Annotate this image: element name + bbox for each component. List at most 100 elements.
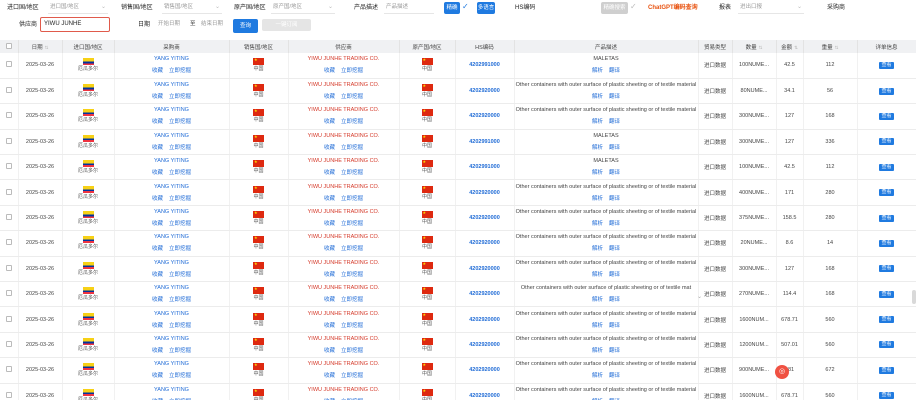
header-weight[interactable]: 重量 ⇅ xyxy=(803,40,858,53)
hs-code-link[interactable]: 4202920000 xyxy=(469,266,500,272)
check-icon[interactable]: ✓ xyxy=(462,0,469,14)
translate-link[interactable]: 翻译 xyxy=(609,119,620,125)
origin-country-select[interactable]: 原产国/地区 ⌄ xyxy=(271,1,335,14)
row-checkbox[interactable] xyxy=(0,53,19,79)
view-detail-button[interactable]: 查看 xyxy=(879,61,894,69)
sales-country-select[interactable]: 销售国/地区 ⌄ xyxy=(162,1,222,14)
hs-code-link[interactable]: 4202991000 xyxy=(469,139,500,145)
supplier-link[interactable]: YIWU JUNHE TRADING CO. xyxy=(308,336,380,342)
mine-link[interactable]: 立即挖掘 xyxy=(341,196,363,202)
supplier-link[interactable]: YIWU JUNHE TRADING CO. xyxy=(308,184,380,190)
parse-link[interactable]: 解析 xyxy=(592,119,603,125)
translate-link[interactable]: 翻译 xyxy=(609,272,620,278)
collect-link[interactable]: 收藏 xyxy=(152,348,163,354)
start-date-input[interactable]: 开始日期 xyxy=(158,18,180,31)
mine-link[interactable]: 立即挖掘 xyxy=(169,145,191,151)
end-date-input[interactable]: 结束日期 xyxy=(201,18,223,31)
hs-code-link[interactable]: 4202920000 xyxy=(469,240,500,246)
collect-link[interactable]: 收藏 xyxy=(152,221,163,227)
collect-link[interactable]: 收藏 xyxy=(324,196,335,202)
buyer-link[interactable]: YANG YITING xyxy=(154,82,189,88)
row-checkbox[interactable] xyxy=(0,256,19,283)
view-detail-button[interactable]: 查看 xyxy=(879,392,894,400)
mine-link[interactable]: 立即挖掘 xyxy=(169,272,191,278)
buyer-link[interactable]: YANG YITING xyxy=(154,133,189,139)
supplier-link[interactable]: YIWU JUNHE TRADING CO. xyxy=(308,209,380,215)
buyer-link[interactable]: YANG YITING xyxy=(154,234,189,240)
translate-link[interactable]: 翻译 xyxy=(609,323,620,329)
view-detail-button[interactable]: 查看 xyxy=(879,316,894,324)
row-checkbox[interactable] xyxy=(0,129,19,156)
table-row[interactable]: 2025-03-26厄瓜多尔YANG YITING收藏立即挖掘中国YIWU JU… xyxy=(0,383,916,400)
collect-link[interactable]: 收藏 xyxy=(324,348,335,354)
mine-link[interactable]: 立即挖掘 xyxy=(169,246,191,252)
mine-link[interactable]: 立即挖掘 xyxy=(169,68,191,74)
supplier-link[interactable]: YIWU JUNHE TRADING CO. xyxy=(308,107,380,113)
mine-link[interactable]: 立即挖掘 xyxy=(341,68,363,74)
mine-link[interactable]: 立即挖掘 xyxy=(341,221,363,227)
row-checkbox[interactable] xyxy=(0,78,19,105)
collect-link[interactable]: 收藏 xyxy=(324,94,335,100)
collect-link[interactable]: 收藏 xyxy=(152,170,163,176)
collect-link[interactable]: 收藏 xyxy=(324,297,335,303)
chevron-down-icon[interactable]: ⌄ xyxy=(697,293,702,300)
collect-link[interactable]: 收藏 xyxy=(152,246,163,252)
mine-link[interactable]: 立即挖掘 xyxy=(169,323,191,329)
collect-link[interactable]: 收藏 xyxy=(152,373,163,379)
hs-code-link[interactable]: 4202920000 xyxy=(469,215,500,221)
parse-link[interactable]: 解析 xyxy=(592,373,603,379)
hs-code-link[interactable]: 4202920000 xyxy=(469,317,500,323)
search-button[interactable]: 查询 xyxy=(233,19,258,33)
translate-link[interactable]: 翻译 xyxy=(609,373,620,379)
parse-link[interactable]: 解析 xyxy=(592,297,603,303)
table-row[interactable]: 2025-03-26厄瓜多尔YANG YITING收藏立即挖掘中国YIWU JU… xyxy=(0,230,916,257)
parse-link[interactable]: 解析 xyxy=(592,221,603,227)
buyer-link[interactable]: YANG YITING xyxy=(154,107,189,113)
buyer-link[interactable]: YANG YITING xyxy=(154,184,189,190)
table-row[interactable]: 2025-03-26厄瓜多尔YANG YITING收藏立即挖掘中国YIWU JU… xyxy=(0,332,916,359)
row-checkbox[interactable] xyxy=(0,383,19,400)
collect-link[interactable]: 收藏 xyxy=(152,119,163,125)
mine-link[interactable]: 立即挖掘 xyxy=(169,297,191,303)
view-detail-button[interactable]: 查看 xyxy=(879,341,894,349)
view-detail-button[interactable]: 查看 xyxy=(879,163,894,171)
row-checkbox[interactable] xyxy=(0,154,19,181)
mine-link[interactable]: 立即挖掘 xyxy=(169,170,191,176)
supplier-link[interactable]: YIWU JUNHE TRADING CO. xyxy=(308,311,380,317)
collect-link[interactable]: 收藏 xyxy=(324,221,335,227)
buyer-link[interactable]: YANG YITING xyxy=(154,260,189,266)
translate-link[interactable]: 翻译 xyxy=(609,68,620,74)
supplier-link[interactable]: YIWU JUNHE TRADING CO. xyxy=(308,361,380,367)
row-checkbox[interactable] xyxy=(0,332,19,359)
mine-link[interactable]: 立即挖掘 xyxy=(341,94,363,100)
collect-link[interactable]: 收藏 xyxy=(152,323,163,329)
parse-link[interactable]: 解析 xyxy=(592,94,603,100)
supplier-link[interactable]: YIWU JUNHE TRADING CO. xyxy=(308,260,380,266)
collect-link[interactable]: 收藏 xyxy=(152,94,163,100)
buyer-link[interactable]: YANG YITING xyxy=(154,336,189,342)
hs-code-link[interactable]: 4202920000 xyxy=(469,393,500,399)
mine-link[interactable]: 立即挖掘 xyxy=(341,272,363,278)
supplier-link[interactable]: YIWU JUNHE TRADING CO. xyxy=(308,133,380,139)
hs-exact-button[interactable]: 精确搜索 xyxy=(601,2,628,14)
collect-link[interactable]: 收藏 xyxy=(152,297,163,303)
supplier-link[interactable]: YIWU JUNHE TRADING CO. xyxy=(308,285,380,291)
collect-link[interactable]: 收藏 xyxy=(324,119,335,125)
buyer-link[interactable]: YANG YITING xyxy=(154,361,189,367)
row-checkbox[interactable] xyxy=(0,179,19,206)
row-checkbox[interactable] xyxy=(0,281,19,308)
mine-link[interactable]: 立即挖掘 xyxy=(169,373,191,379)
view-detail-button[interactable]: 查看 xyxy=(879,214,894,222)
mine-link[interactable]: 立即挖掘 xyxy=(169,221,191,227)
hs-code-link[interactable]: 4202920000 xyxy=(469,342,500,348)
row-checkbox[interactable] xyxy=(0,306,19,333)
parse-link[interactable]: 解析 xyxy=(592,145,603,151)
supplier-link[interactable]: YIWU JUNHE TRADING CO. xyxy=(308,234,380,240)
chatgpt-hs-query-button[interactable]: ChatGPT编码查询 xyxy=(648,0,698,16)
table-row[interactable]: 2025-03-26厄瓜多尔YANG YITING收藏立即挖掘中国YIWU JU… xyxy=(0,53,916,79)
table-row[interactable]: 2025-03-26厄瓜多尔YANG YITING收藏立即挖掘中国YIWU JU… xyxy=(0,154,916,181)
header-amount[interactable]: 金额 ⇅ xyxy=(776,40,804,53)
scrollbar-thumb[interactable] xyxy=(912,290,916,304)
supplier-link[interactable]: YIWU JUNHE TRADING CO. xyxy=(308,56,380,62)
buyer-link[interactable]: YANG YITING xyxy=(154,56,189,62)
